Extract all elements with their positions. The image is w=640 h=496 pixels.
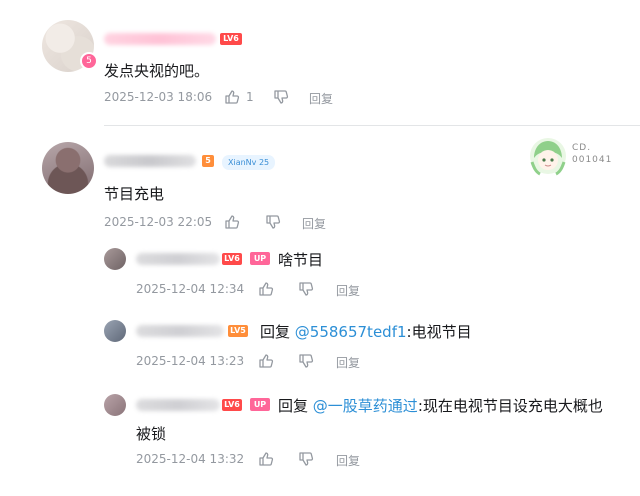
- like-count: 1: [246, 90, 254, 104]
- reply-body: :电视节目: [406, 323, 472, 341]
- reply-button[interactable]: 回复: [336, 354, 360, 371]
- thumbs-down-icon[interactable]: [273, 89, 289, 105]
- up-badge: UP: [250, 398, 270, 411]
- mention-link[interactable]: @一股草药通过: [313, 397, 418, 415]
- reply-prefix: 回复: [278, 397, 309, 415]
- thumbs-down-icon[interactable]: [298, 353, 314, 369]
- reply-prefix: 回复: [260, 323, 291, 341]
- thumbs-down-icon[interactable]: [265, 214, 281, 230]
- username-blurred[interactable]: [104, 33, 216, 45]
- reply-body: :现在电视节目设充电大概也: [417, 397, 603, 415]
- level-badge: LV6: [220, 33, 242, 45]
- username-blurred[interactable]: [136, 399, 220, 411]
- reply-text: 啥节目: [278, 251, 324, 269]
- avatar[interactable]: [104, 320, 126, 342]
- reply-text: 回复 @一股草药通过:现在电视节目设充电大概也: [278, 395, 603, 416]
- username-blurred[interactable]: [136, 253, 220, 265]
- reply-text-continued: 被锁: [136, 425, 167, 443]
- mention-link[interactable]: @558657tedf1: [295, 323, 407, 341]
- thumbs-up-icon[interactable]: [224, 89, 240, 105]
- thumbs-up-icon[interactable]: [224, 214, 240, 230]
- avatar[interactable]: [104, 394, 126, 416]
- vip-badge: 5: [80, 52, 98, 70]
- decoration-sticker-icon: [530, 138, 566, 176]
- thumbs-up-icon[interactable]: [258, 281, 274, 297]
- thumbs-up-icon[interactable]: [258, 451, 274, 467]
- avatar[interactable]: [104, 248, 126, 270]
- reply-time: 2025-12-04 12:34: [136, 282, 245, 296]
- avatar[interactable]: [42, 142, 94, 194]
- thumbs-up-icon[interactable]: [258, 353, 274, 369]
- comment-text: 节目充电: [104, 185, 165, 203]
- reply-button[interactable]: 回复: [309, 90, 333, 107]
- reply-time: 2025-12-04 13:32: [136, 452, 245, 466]
- up-badge: UP: [250, 252, 270, 265]
- reply-button[interactable]: 回复: [336, 282, 360, 299]
- reply-button[interactable]: 回复: [302, 215, 326, 232]
- username-blurred[interactable]: [136, 325, 224, 337]
- reply-time: 2025-12-04 13:23: [136, 354, 245, 368]
- level-badge: LV6: [222, 253, 242, 265]
- comment-time: 2025-12-03 18:06: [104, 90, 213, 104]
- comment-text: 发点央视的吧。: [104, 62, 210, 80]
- decoration-number: CD. 001041: [572, 143, 613, 165]
- reply-button[interactable]: 回复: [336, 452, 360, 469]
- level-badge: 5: [202, 155, 214, 167]
- level-badge: LV5: [228, 325, 248, 337]
- reply-text: 回复 @558657tedf1:电视节目: [260, 321, 472, 342]
- username-blurred[interactable]: [104, 155, 196, 167]
- thumbs-down-icon[interactable]: [298, 281, 314, 297]
- level-badge: LV6: [222, 399, 242, 411]
- fan-badge[interactable]: XianNv 25: [222, 155, 276, 170]
- divider: [104, 125, 640, 126]
- comment-time: 2025-12-03 22:05: [104, 215, 213, 229]
- thumbs-down-icon[interactable]: [298, 451, 314, 467]
